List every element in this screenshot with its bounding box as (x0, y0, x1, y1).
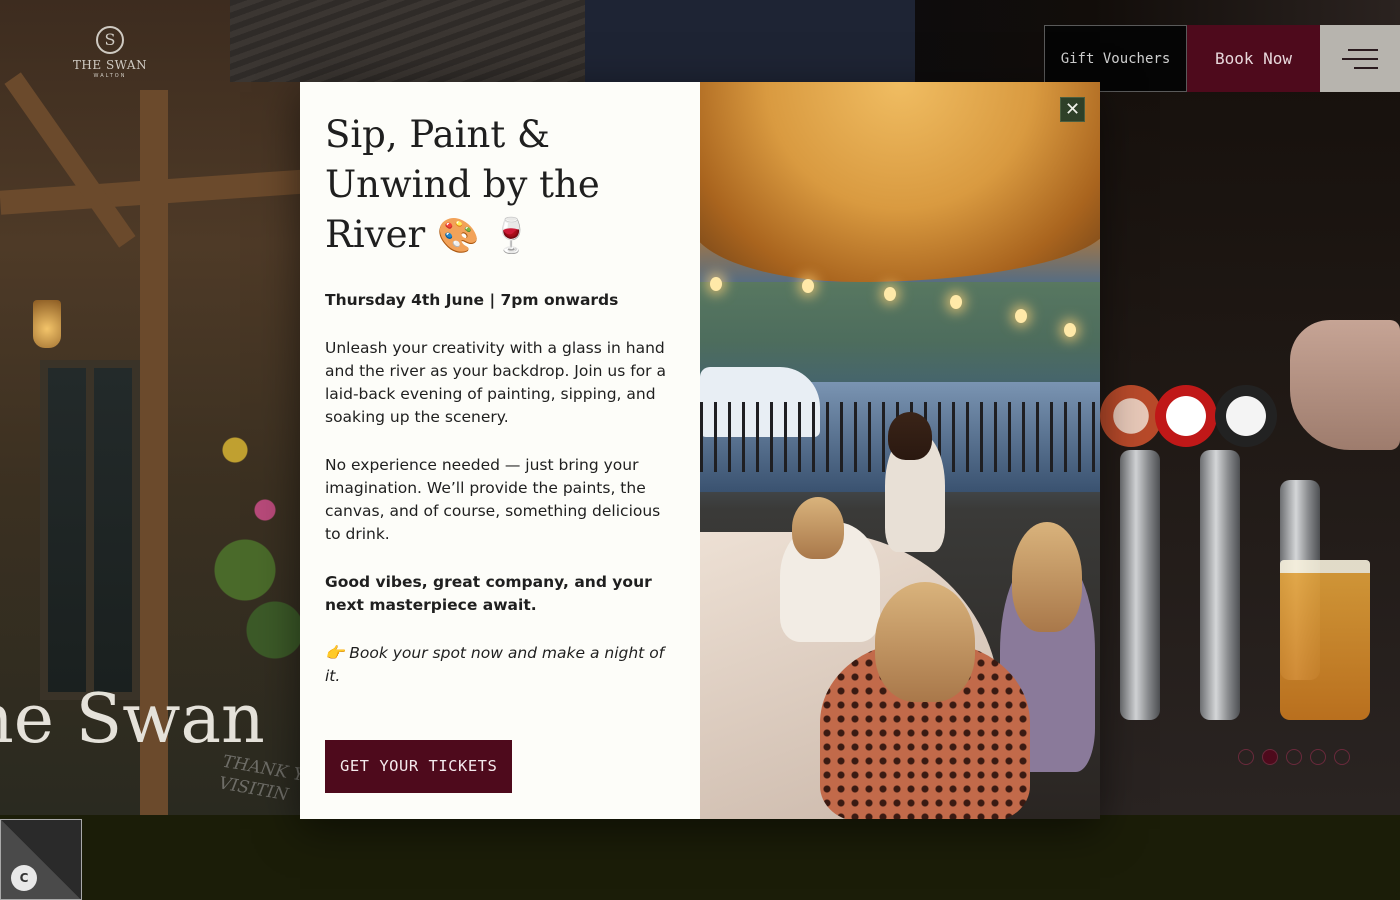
slider-dot-4[interactable] (1310, 749, 1326, 765)
hero-hand (1290, 320, 1400, 450)
light-bulb (884, 287, 896, 301)
photo-person-hair (888, 412, 932, 460)
menu-button[interactable] (1320, 25, 1400, 92)
hero-title: he Swan (0, 680, 265, 759)
photo-person-hair (1012, 522, 1082, 632)
light-bulb (802, 279, 814, 293)
slider-dots (1238, 749, 1350, 765)
light-bulb (1064, 323, 1076, 337)
modal-content: Sip, Paint & Unwind by the River 🎨 🍷 Thu… (300, 82, 700, 819)
beer-tap (1200, 450, 1240, 720)
get-tickets-button[interactable]: GET YOUR TICKETS (325, 740, 513, 793)
hero-roof (230, 0, 590, 82)
hero-flower-basket (205, 390, 305, 690)
hamburger-icon-line (1342, 57, 1378, 60)
book-now-button[interactable]: Book Now (1187, 25, 1320, 92)
event-popup-modal: Sip, Paint & Unwind by the River 🎨 🍷 Thu… (300, 82, 1100, 819)
hero-pint-glass (1280, 560, 1370, 720)
slider-dot-1[interactable] (1238, 749, 1254, 765)
event-tagline: Good vibes, great company, and your next… (325, 573, 652, 614)
cookie-settings-icon: C (11, 865, 37, 891)
event-call-to-action-text: 👉 Book your spot now and make a night of… (325, 642, 675, 688)
slider-dot-5[interactable] (1334, 749, 1350, 765)
logo-subtitle: WALTON (93, 73, 127, 79)
light-bulb (1015, 309, 1027, 323)
close-icon[interactable]: ✕ (1060, 97, 1085, 122)
palette-wine-emoji-icon: 🎨 🍷 (436, 216, 533, 256)
hero-window (40, 360, 140, 700)
photo-string-lights (700, 257, 1100, 337)
event-cta-sentence: Book your spot now and make a night of i… (325, 644, 665, 685)
event-description: Unleash your creativity with a glass in … (325, 339, 666, 426)
photo-person-hair (792, 497, 844, 559)
photo-person-hair (875, 582, 975, 702)
swan-logo-icon: S (96, 26, 124, 54)
hero-sky (585, 0, 915, 82)
beer-tap (1120, 450, 1160, 720)
light-bulb (950, 295, 962, 309)
tap-badge (1155, 385, 1217, 447)
tap-badge (1100, 385, 1162, 447)
site-logo[interactable]: S THE SWAN WALTON (70, 26, 150, 79)
slider-dot-2[interactable] (1262, 749, 1278, 765)
hero-lamp (33, 300, 61, 348)
logo-name: THE SWAN (72, 58, 148, 72)
event-details: No experience needed — just bring your i… (325, 456, 661, 543)
event-date: Thursday 4th June | 7pm onwards (325, 291, 619, 309)
pointing-hand-icon: 👉 (325, 644, 345, 662)
tap-badge (1215, 385, 1277, 447)
slider-dot-3[interactable] (1286, 749, 1302, 765)
hamburger-icon (1348, 48, 1378, 51)
hamburger-icon-line (1354, 66, 1378, 69)
photo-awning (700, 82, 1100, 282)
light-bulb (710, 277, 722, 291)
event-photo (700, 82, 1100, 819)
cookie-settings-button[interactable]: C (0, 819, 82, 900)
modal-title: Sip, Paint & Unwind by the River 🎨 🍷 (325, 110, 675, 261)
